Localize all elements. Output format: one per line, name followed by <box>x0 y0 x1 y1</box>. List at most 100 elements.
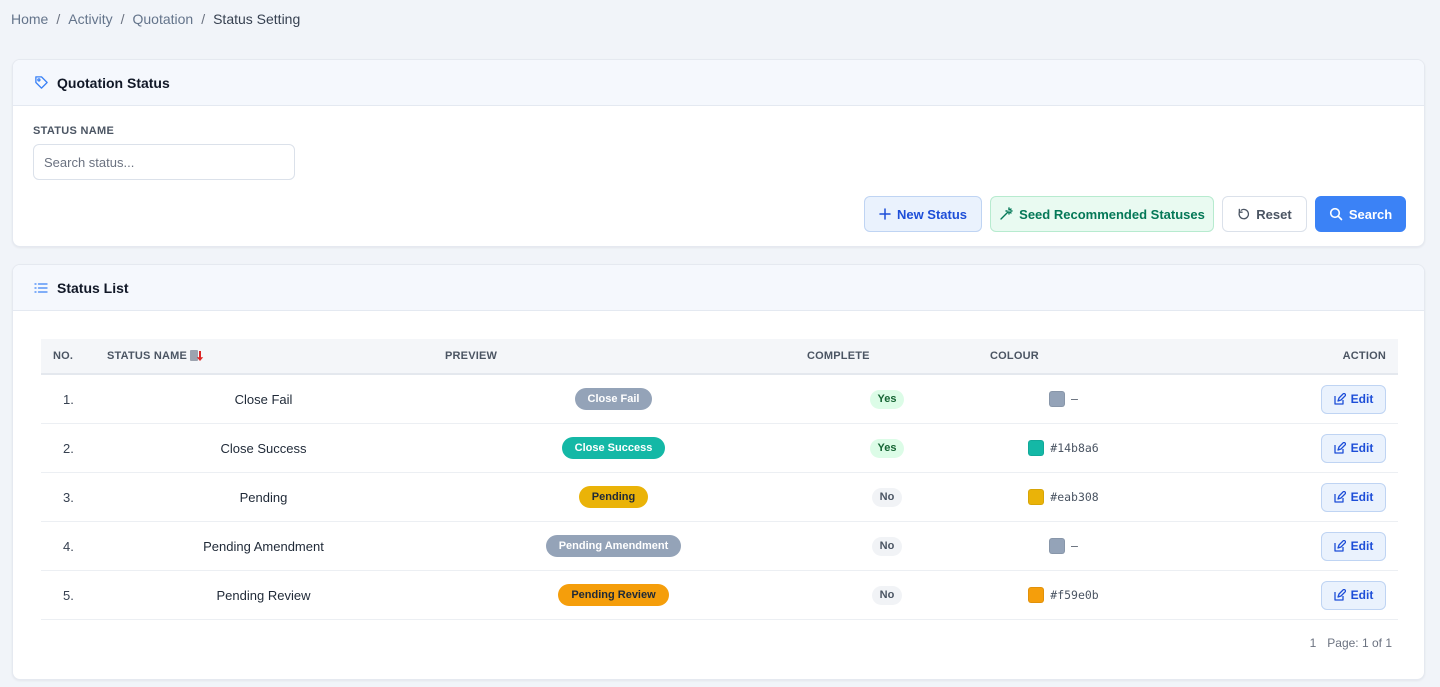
row-status-name: Pending Review <box>216 587 311 603</box>
reset-button[interactable]: Reset <box>1222 196 1307 232</box>
row-status-name: Close Success <box>220 440 307 456</box>
colour-swatch <box>1028 489 1045 505</box>
colour-value: #14b8a6 <box>1050 441 1099 455</box>
row-colour-cell: #eab308 <box>941 473 1186 521</box>
status-preview-pill: Pending Review <box>558 584 669 606</box>
column-colour: COLOUR <box>990 350 1039 362</box>
colour-swatch <box>1028 440 1045 456</box>
row-number: 5. <box>63 587 74 603</box>
edit-button[interactable]: Edit <box>1321 531 1386 561</box>
row-status-name: Pending <box>239 489 288 505</box>
row-status-name: Close Fail <box>234 391 293 407</box>
complete-badge: Yes <box>869 389 905 409</box>
breadcrumb-quotation[interactable]: Quotation <box>132 11 193 27</box>
row-preview-cell: Pending <box>441 473 786 521</box>
breadcrumb-home[interactable]: Home <box>11 11 48 27</box>
search-icon <box>1329 207 1343 221</box>
edit-icon <box>1334 589 1346 601</box>
pagination: 1 Page: 1 of 1 <box>1310 636 1392 650</box>
row-colour-cell: — <box>941 375 1186 423</box>
status-preview-pill: Pending Amendment <box>545 535 682 557</box>
edit-label: Edit <box>1350 441 1374 455</box>
breadcrumb-activity[interactable]: Activity <box>68 11 112 27</box>
table-row: 3. Pending Pending No #eab308 Edit <box>41 473 1398 522</box>
row-complete-cell: No <box>841 522 933 570</box>
colour-swatch <box>1049 391 1066 407</box>
status-preview-pill: Close Success <box>561 437 666 459</box>
row-preview-cell: Pending Review <box>441 571 786 619</box>
seed-label: Seed Recommended Statuses <box>1019 206 1205 222</box>
edit-button[interactable]: Edit <box>1321 580 1386 610</box>
reset-label: Reset <box>1256 206 1292 222</box>
quotation-status-card: Quotation Status STATUS NAME New Status … <box>12 59 1425 247</box>
colour-value: — <box>1071 392 1078 406</box>
colour-swatch <box>1049 538 1066 554</box>
status-table: NO. STATUS NAME PREVIEW COMPLETE COLOUR … <box>41 339 1398 620</box>
row-complete-cell: No <box>841 571 933 619</box>
edit-label: Edit <box>1350 392 1374 406</box>
breadcrumb-separator: / <box>56 11 61 27</box>
row-colour-cell: — <box>941 522 1186 570</box>
row-preview-cell: Pending Amendment <box>441 522 786 570</box>
edit-button[interactable]: Edit <box>1321 433 1386 463</box>
magic-wand-icon <box>999 207 1013 221</box>
column-action: ACTION <box>1342 350 1386 362</box>
row-number: 4. <box>63 538 74 554</box>
row-status-name: Pending Amendment <box>203 538 324 554</box>
row-number: 2. <box>63 440 74 456</box>
edit-icon <box>1334 393 1346 405</box>
row-colour-cell: #14b8a6 <box>941 424 1186 472</box>
column-preview: PREVIEW <box>445 350 498 362</box>
table-row: 5. Pending Review Pending Review No #f59… <box>41 571 1398 620</box>
column-status-name[interactable]: STATUS NAME <box>107 339 205 373</box>
table-row: 1. Close Fail Close Fail Yes — Edit <box>41 375 1398 424</box>
edit-label: Edit <box>1350 539 1374 553</box>
row-colour-cell: #f59e0b <box>941 571 1186 619</box>
edit-icon <box>1334 540 1346 552</box>
breadcrumb: Home / Activity / Quotation / Status Set… <box>11 10 300 28</box>
row-complete-cell: No <box>841 473 933 521</box>
status-name-label: STATUS NAME <box>33 125 115 137</box>
row-action-cell: Edit <box>1321 424 1386 472</box>
complete-badge: No <box>871 585 903 605</box>
breadcrumb-current: Status Setting <box>213 11 301 27</box>
search-button[interactable]: Search <box>1315 196 1406 232</box>
breadcrumb-separator: / <box>201 11 206 27</box>
page-number-button[interactable]: 1 <box>1310 636 1317 650</box>
status-search-input[interactable] <box>33 144 295 180</box>
breadcrumb-separator: / <box>120 11 125 27</box>
seed-recommended-statuses-button[interactable]: Seed Recommended Statuses <box>990 196 1214 232</box>
reset-icon <box>1237 208 1250 221</box>
new-status-button[interactable]: New Status <box>864 196 982 232</box>
list-icon <box>33 280 49 296</box>
table-body: 1. Close Fail Close Fail Yes — Edit 2. C… <box>41 375 1398 620</box>
plus-icon <box>879 208 891 220</box>
column-no: NO. <box>53 350 74 362</box>
table-header: NO. STATUS NAME PREVIEW COMPLETE COLOUR … <box>41 339 1398 375</box>
row-action-cell: Edit <box>1321 375 1386 423</box>
column-complete: COMPLETE <box>807 350 870 362</box>
row-preview-cell: Close Fail <box>441 375 786 423</box>
edit-label: Edit <box>1350 490 1374 504</box>
status-preview-pill: Pending <box>578 486 649 508</box>
row-action-cell: Edit <box>1321 522 1386 570</box>
row-number: 3. <box>63 489 74 505</box>
page-info: Page: 1 of 1 <box>1327 636 1392 650</box>
edit-label: Edit <box>1350 588 1374 602</box>
sort-descending-icon[interactable] <box>190 349 205 363</box>
edit-button[interactable]: Edit <box>1321 482 1386 512</box>
card-header: Quotation Status <box>13 60 1424 106</box>
colour-value: #eab308 <box>1050 490 1099 504</box>
edit-icon <box>1334 442 1346 454</box>
complete-badge: No <box>871 487 903 507</box>
complete-badge: No <box>871 536 903 556</box>
row-complete-cell: Yes <box>841 375 933 423</box>
status-list-card: Status List NO. STATUS NAME PREVIEW COMP… <box>12 264 1425 680</box>
new-status-label: New Status <box>896 206 968 222</box>
colour-value: — <box>1071 539 1078 553</box>
card-title: Status List <box>57 279 129 296</box>
search-label: Search <box>1348 206 1393 222</box>
table-row: 2. Close Success Close Success Yes #14b8… <box>41 424 1398 473</box>
row-action-cell: Edit <box>1321 473 1386 521</box>
edit-button[interactable]: Edit <box>1321 384 1386 414</box>
